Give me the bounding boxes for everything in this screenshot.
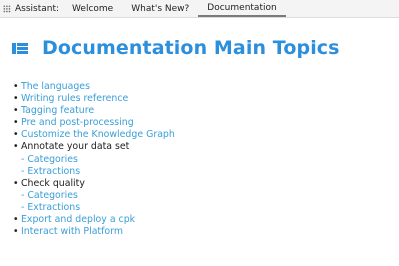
section-check-quality: Check quality (21, 177, 85, 189)
tab-welcome[interactable]: Welcome (63, 0, 122, 17)
list-item: - Extractions (13, 166, 175, 178)
link-check-extractions[interactable]: - Extractions (21, 202, 80, 213)
list-item: • Pre and post-processing (13, 117, 134, 129)
link-customize-knowledge-graph[interactable]: Customize the Knowledge Graph (21, 129, 175, 140)
list-item: • Customize the Knowledge Graph (13, 129, 175, 141)
tab-whats-new[interactable]: What's New? (122, 0, 198, 17)
topics-list: • The languages • Writing rules reference … (13, 81, 175, 238)
list-item: • Interact with Platform (13, 226, 123, 238)
assistant-tab-bar: Assistant: Welcome What's New? Documenta… (0, 0, 399, 18)
link-check-categories[interactable]: - Categories (21, 190, 78, 201)
page-title: Documentation Main Topics (42, 37, 340, 59)
list-item: • Tagging feature (13, 105, 95, 117)
link-writing-rules-reference[interactable]: Writing rules reference (21, 93, 128, 104)
link-the-languages[interactable]: The languages (21, 81, 90, 92)
list-item: - Categories (13, 190, 175, 202)
list-item: • Annotate your data set (13, 141, 130, 153)
list-item: • Writing rules reference (13, 93, 129, 105)
assistant-label: Assistant: (15, 3, 60, 14)
page-header: Documentation Main Topics (12, 37, 340, 59)
section-annotate-dataset: Annotate your data set (21, 141, 130, 153)
link-annotate-categories[interactable]: - Categories (21, 154, 78, 165)
link-tagging-feature[interactable]: Tagging feature (21, 105, 94, 116)
list-item: - Categories (13, 154, 175, 166)
link-pre-post-processing[interactable]: Pre and post-processing (21, 117, 134, 128)
tab-documentation[interactable]: Documentation (198, 0, 286, 17)
grip-icon[interactable] (0, 0, 13, 17)
list-item: • The languages (13, 81, 90, 92)
list-item: • Check quality (13, 177, 85, 189)
list-item: • Export and deploy a cpk (13, 214, 136, 226)
link-export-deploy[interactable]: Export and deploy a cpk (21, 214, 135, 225)
link-interact-platform[interactable]: Interact with Platform (21, 226, 123, 237)
list-icon (12, 42, 28, 54)
list-item: - Extractions (13, 202, 175, 214)
link-annotate-extractions[interactable]: - Extractions (21, 166, 80, 177)
